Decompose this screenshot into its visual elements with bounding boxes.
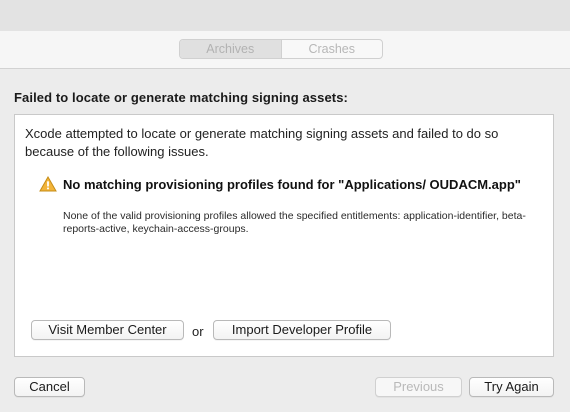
issue-detail: None of the valid provisioning profiles … bbox=[63, 210, 526, 235]
tab-crashes[interactable]: Crashes bbox=[282, 40, 383, 58]
organizer-segmented-control: Archives Crashes bbox=[179, 39, 383, 59]
dialog-title: Failed to locate or generate matching si… bbox=[14, 90, 348, 105]
visit-member-center-button[interactable]: Visit Member Center bbox=[31, 320, 184, 340]
try-again-button[interactable]: Try Again bbox=[469, 377, 554, 397]
window-title-bar bbox=[0, 0, 570, 31]
tab-archives[interactable]: Archives bbox=[180, 40, 282, 58]
warning-icon bbox=[39, 175, 57, 192]
cancel-button[interactable]: Cancel bbox=[14, 377, 85, 397]
organizer-tab-area: Archives Crashes bbox=[0, 31, 570, 69]
previous-button[interactable]: Previous bbox=[375, 377, 462, 397]
issue-title: No matching provisioning profiles found … bbox=[63, 177, 521, 192]
intro-text: Xcode attempted to locate or generate ma… bbox=[25, 126, 499, 159]
issue-panel: Xcode attempted to locate or generate ma… bbox=[14, 114, 554, 357]
import-developer-profile-button[interactable]: Import Developer Profile bbox=[213, 320, 391, 340]
or-label: or bbox=[192, 324, 204, 339]
